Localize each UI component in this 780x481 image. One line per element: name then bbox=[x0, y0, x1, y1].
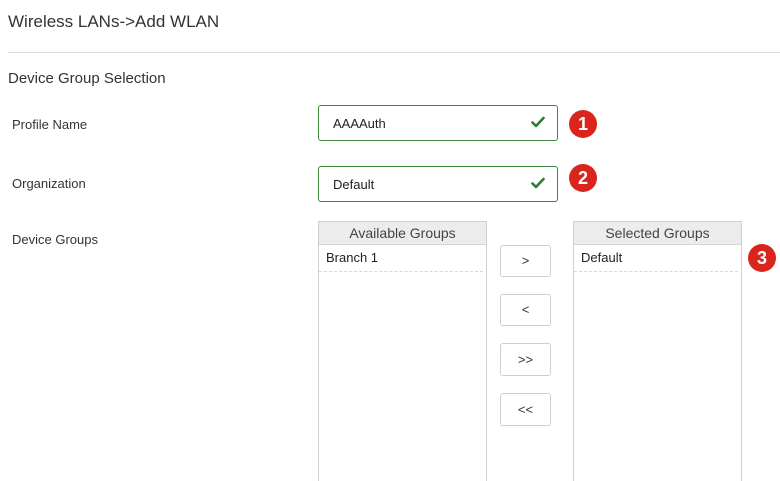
move-all-right-button[interactable]: >> bbox=[500, 343, 551, 376]
add-wlan-page: Wireless LANs->Add WLAN Device Group Sel… bbox=[0, 0, 780, 481]
organization-value: Default bbox=[333, 177, 375, 192]
callout-badge-3: 3 bbox=[748, 244, 776, 272]
checkmark-icon bbox=[531, 177, 545, 189]
list-item[interactable]: Default bbox=[574, 245, 738, 272]
selected-groups-header: Selected Groups bbox=[574, 222, 741, 245]
selected-groups-list[interactable]: Selected Groups Default bbox=[573, 221, 742, 481]
organization-label: Organization bbox=[12, 176, 86, 191]
section-title: Device Group Selection bbox=[8, 70, 166, 87]
profile-name-label: Profile Name bbox=[12, 117, 88, 132]
device-groups-label: Device Groups bbox=[12, 232, 98, 247]
callout-badge-1: 1 bbox=[569, 110, 597, 138]
move-right-button[interactable]: > bbox=[500, 245, 551, 277]
move-left-button[interactable]: < bbox=[500, 294, 551, 326]
list-item[interactable]: Branch 1 bbox=[319, 245, 483, 272]
available-groups-header: Available Groups bbox=[319, 222, 486, 245]
page-title: Wireless LANs->Add WLAN bbox=[8, 12, 220, 31]
available-groups-list[interactable]: Available Groups Branch 1 bbox=[318, 221, 487, 481]
checkmark-icon bbox=[531, 116, 545, 128]
organization-input[interactable]: Default bbox=[318, 166, 558, 202]
title-divider bbox=[8, 52, 780, 53]
callout-badge-2: 2 bbox=[569, 164, 597, 192]
profile-name-input[interactable]: AAAAuth bbox=[318, 105, 558, 141]
move-all-left-button[interactable]: << bbox=[500, 393, 551, 426]
profile-name-value: AAAAuth bbox=[333, 116, 386, 131]
